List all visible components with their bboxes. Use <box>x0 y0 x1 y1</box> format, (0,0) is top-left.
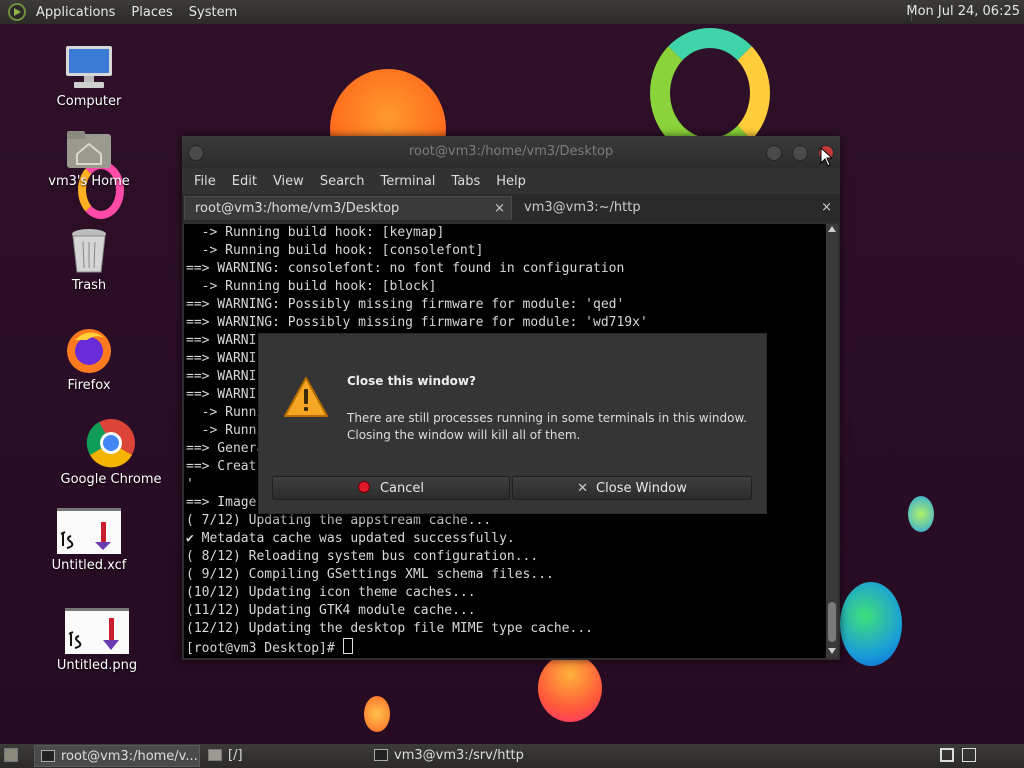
workspace-1-icon[interactable] <box>940 748 954 762</box>
terminal-icon <box>41 750 55 762</box>
system-menu[interactable]: System <box>181 5 245 20</box>
desktop-icon-label: Trash <box>71 278 107 293</box>
terminal-titlebar[interactable]: root@vm3:/home/vm3/Desktop <box>182 136 840 168</box>
cancel-icon <box>357 481 370 493</box>
desktop-icon-untitled-png[interactable]: Untitled.png <box>42 608 152 673</box>
window-menu-button[interactable] <box>188 145 204 161</box>
cancel-button[interactable]: Cancel <box>272 476 510 500</box>
terminal-cursor <box>342 638 353 654</box>
image-file-icon <box>57 508 121 554</box>
scroll-down-icon[interactable] <box>828 648 836 654</box>
minimize-button[interactable] <box>766 145 782 161</box>
terminal-menubar: File Edit View Search Terminal Tabs Help <box>182 168 840 194</box>
desktop-icon-label: Untitled.png <box>56 658 138 673</box>
terminal-line: ( 7/12) Updating the appstream cache... <box>186 513 492 528</box>
terminal-prompt-line: [root@vm3 Desktop]# <box>184 638 826 658</box>
desktop-icon-label: Google Chrome <box>60 472 162 487</box>
terminal-line: ( 9/12) Compiling GSettings XML schema f… <box>186 567 554 582</box>
tab-close-icon[interactable]: × <box>821 196 832 220</box>
top-panel: Applications Places System Mon Jul 24, 0… <box>0 0 1024 24</box>
terminal-scrollbar[interactable] <box>826 224 838 658</box>
computer-icon <box>64 44 114 90</box>
terminal-line: ==> WARNING: Possibly missing firmware f… <box>186 297 625 312</box>
menu-help[interactable]: Help <box>488 174 534 189</box>
tab-root-desktop[interactable]: root@vm3:/home/vm3/Desktop × <box>184 196 512 220</box>
terminal-icon <box>374 749 388 761</box>
firefox-icon <box>65 326 113 374</box>
close-confirm-dialog: Close this window? There are still proce… <box>258 333 767 514</box>
image-file-icon <box>65 608 129 654</box>
tab-vm3-http[interactable]: vm3@vm3:~/http × <box>514 196 838 220</box>
desktop-icon-label: Untitled.xcf <box>51 558 127 573</box>
trash-icon <box>69 228 109 274</box>
terminal-line: (11/12) Updating GTK4 module cache... <box>186 603 476 618</box>
desktop-icon-home[interactable]: vm3's Home <box>34 130 144 189</box>
menu-search[interactable]: Search <box>312 174 373 189</box>
terminal-line: ==> WARNING: Possibly missing firmware f… <box>186 315 648 330</box>
folder-icon <box>208 749 222 761</box>
desktop-icon-chrome[interactable]: Google Chrome <box>56 418 166 487</box>
close-window-button[interactable]: ✕ Close Window <box>512 476 752 500</box>
taskbar-item-http-terminal[interactable]: vm3@vm3:/srv/http <box>368 745 568 767</box>
bottom-panel: root@vm3:/home/v... [/] vm3@vm3:/srv/htt… <box>0 744 1024 768</box>
cancel-button-label: Cancel <box>379 481 425 496</box>
terminal-line: (12/12) Updating the desktop file MIME t… <box>186 621 593 636</box>
terminal-line: ==> WARNING: consolefont: no font found … <box>186 261 625 276</box>
dialog-message-line: Closing the window will kill all of them… <box>347 428 581 442</box>
terminal-line: -> Running build hook: [consolefont] <box>186 243 484 258</box>
dialog-message-line: There are still processes running in som… <box>347 411 747 425</box>
terminal-prompt: [root@vm3 Desktop]# <box>186 641 343 656</box>
wallpaper-bottom-orange-blob <box>538 654 602 722</box>
applications-menu[interactable]: Applications <box>28 5 123 20</box>
window-title: root@vm3:/home/vm3/Desktop <box>408 144 614 159</box>
wallpaper-blue-green-blob <box>840 582 902 666</box>
terminal-line: ( 8/12) Reloading system bus configurati… <box>186 549 539 564</box>
tab-label: vm3@vm3:~/http <box>524 200 641 215</box>
close-window-button-label: Close Window <box>596 481 687 496</box>
menu-view[interactable]: View <box>265 174 312 189</box>
desktop-icon-trash[interactable]: Trash <box>34 228 144 293</box>
clock[interactable]: Mon Jul 24, 06:25 <box>906 4 1020 19</box>
warning-icon <box>283 376 329 422</box>
tab-label: root@vm3:/home/vm3/Desktop <box>195 201 400 216</box>
terminal-tabbar: root@vm3:/home/vm3/Desktop × vm3@vm3:~/h… <box>182 194 840 222</box>
taskbar-item-root-folder[interactable]: [/] <box>202 745 366 767</box>
close-icon: ✕ <box>577 481 589 496</box>
menu-terminal[interactable]: Terminal <box>372 174 443 189</box>
maximize-button[interactable] <box>792 145 808 161</box>
desktop-icon-untitled-xcf[interactable]: Untitled.xcf <box>34 508 144 573</box>
scroll-up-icon[interactable] <box>828 226 836 232</box>
desktop-icon-firefox[interactable]: Firefox <box>34 326 144 393</box>
chrome-icon <box>86 418 136 468</box>
home-folder-icon <box>66 130 112 170</box>
terminal-line: (10/12) Updating icon theme caches... <box>186 585 476 600</box>
dialog-title: Close this window? <box>347 374 476 388</box>
desktop-icon-label: Firefox <box>67 378 111 393</box>
taskbar-item-label: [/] <box>228 748 243 763</box>
distro-logo-icon[interactable] <box>8 3 26 21</box>
tab-close-icon[interactable]: × <box>494 197 505 221</box>
terminal-line: -> Running build hook: [keymap] <box>186 225 445 240</box>
taskbar-item-label: vm3@vm3:/srv/http <box>394 748 524 763</box>
desktop-icon-label: vm3's Home <box>48 174 130 189</box>
mouse-pointer-icon <box>820 146 834 171</box>
desktop-icon-computer[interactable]: Computer <box>34 44 144 109</box>
menu-edit[interactable]: Edit <box>224 174 265 189</box>
menu-file[interactable]: File <box>186 174 224 189</box>
places-menu[interactable]: Places <box>123 5 180 20</box>
show-desktop-icon[interactable] <box>4 748 18 762</box>
scrollbar-thumb[interactable] <box>828 602 836 642</box>
terminal-line: -> Running build hook: [block] <box>186 279 437 294</box>
wallpaper-small-blue-blob <box>908 496 934 532</box>
menu-tabs[interactable]: Tabs <box>443 174 488 189</box>
dialog-message: There are still processes running in som… <box>347 410 757 444</box>
terminal-line: ✔ Metadata cache was updated successfull… <box>186 531 515 546</box>
workspace-2-icon[interactable] <box>962 748 976 762</box>
desktop-icon-label: Computer <box>56 94 122 109</box>
taskbar-item-label: root@vm3:/home/v... <box>61 749 198 764</box>
taskbar-item-root-terminal[interactable]: root@vm3:/home/v... <box>34 745 200 767</box>
wallpaper-tiny-orange-blob <box>364 696 390 732</box>
